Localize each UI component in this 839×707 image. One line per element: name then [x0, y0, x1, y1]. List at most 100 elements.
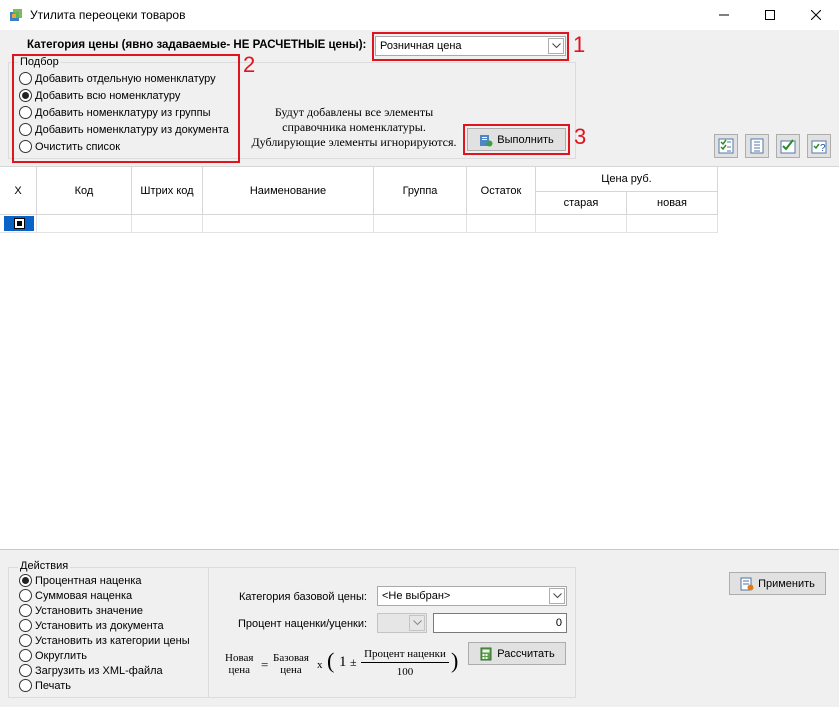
- check-all-button[interactable]: [714, 134, 738, 158]
- col-header-group[interactable]: Группа: [374, 167, 467, 215]
- execute-label: Выполнить: [497, 133, 554, 146]
- radio-circle: [19, 634, 32, 647]
- table-cell[interactable]: [627, 215, 718, 233]
- close-button[interactable]: [793, 0, 839, 30]
- radio-label: Загрузить из XML-файла: [35, 664, 163, 677]
- radio-add-single[interactable]: Добавить отдельную номенклатуру: [19, 70, 229, 87]
- execute-button[interactable]: Выполнить: [467, 128, 566, 151]
- base-price-label: Категория базовой цены:: [239, 591, 367, 603]
- radio-round[interactable]: Округлить: [19, 648, 190, 663]
- percent-input[interactable]: 0: [433, 613, 567, 633]
- help-check-button[interactable]: ?: [807, 134, 831, 158]
- radio-from-price-category[interactable]: Установить из категории цены: [19, 633, 190, 648]
- checkbox-icon: [13, 218, 25, 229]
- radio-circle: [19, 106, 32, 119]
- items-table[interactable]: X Код Штрих код Наименование Группа Оста…: [0, 166, 839, 549]
- radio-print[interactable]: Печать: [19, 678, 190, 693]
- radio-label: Установить из документа: [35, 619, 164, 632]
- formula-numerator: Процент наценки: [364, 648, 446, 660]
- check-icon: [780, 139, 796, 154]
- minimize-icon: [719, 14, 729, 16]
- panel-divider: [0, 549, 839, 550]
- uncheck-all-icon: [750, 138, 764, 154]
- info-line: справочника номенклатуры.: [282, 120, 426, 134]
- radio-circle: [19, 604, 32, 617]
- check-button[interactable]: [776, 134, 800, 158]
- radio-add-document[interactable]: Добавить номенклатуру из документа: [19, 121, 229, 138]
- radio-sum-markup[interactable]: Суммовая наценка: [19, 588, 190, 603]
- radio-circle: [19, 619, 32, 632]
- radio-add-all[interactable]: Добавить всю номенклатуру: [19, 87, 229, 104]
- formula-pm: ±: [350, 655, 357, 669]
- uncheck-all-button[interactable]: [745, 134, 769, 158]
- col-header-price[interactable]: Цена руб.: [536, 167, 718, 192]
- table-cell[interactable]: [467, 215, 536, 233]
- formula-x: x: [317, 659, 323, 671]
- radio-label: Суммовая наценка: [35, 589, 133, 602]
- col-header-name[interactable]: Наименование: [203, 167, 374, 215]
- radio-label: Добавить номенклатуру из группы: [35, 106, 211, 119]
- close-icon: [811, 10, 821, 20]
- table-cell[interactable]: [132, 215, 203, 233]
- radio-add-group[interactable]: Добавить номенклатуру из группы: [19, 104, 229, 121]
- radio-label: Округлить: [35, 649, 87, 662]
- maximize-button[interactable]: [747, 0, 793, 30]
- window-title: Утилита переоцеки товаров: [30, 8, 186, 22]
- info-line: Дублирующие элементы игнорируются.: [251, 135, 457, 149]
- table-cell[interactable]: [203, 215, 374, 233]
- formula-text: цена: [280, 664, 302, 676]
- price-category-value: Розничная цена: [380, 40, 462, 52]
- col-header-old[interactable]: старая: [536, 192, 627, 215]
- apply-button[interactable]: Применить: [729, 572, 826, 595]
- formula-eq: =: [261, 657, 269, 672]
- radio-circle: [19, 679, 32, 692]
- table-cell[interactable]: [37, 215, 132, 233]
- col-header-x[interactable]: X: [0, 167, 37, 215]
- formula-open: (: [327, 648, 335, 673]
- calculate-label: Рассчитать: [497, 647, 555, 660]
- radio-label: Добавить отдельную номенклатуру: [35, 72, 216, 85]
- radio-from-document[interactable]: Установить из документа: [19, 618, 190, 633]
- radio-circle: [19, 574, 32, 587]
- annotation-2: 2: [243, 52, 256, 77]
- actions-options: Процентная наценка Суммовая наценка Уста…: [19, 573, 190, 693]
- svg-text:?: ?: [820, 143, 826, 154]
- formula-text: Новая: [225, 652, 254, 664]
- radio-load-xml[interactable]: Загрузить из XML-файла: [19, 663, 190, 678]
- row-selector[interactable]: [4, 216, 34, 231]
- col-header-code[interactable]: Код: [37, 167, 132, 215]
- base-price-select[interactable]: <Не выбран>: [377, 586, 567, 606]
- formula-denominator: 100: [396, 666, 414, 678]
- row-check-cell[interactable]: [0, 215, 37, 233]
- minimize-button[interactable]: [701, 0, 747, 30]
- col-header-barcode[interactable]: Штрих код: [132, 167, 203, 215]
- col-header-new[interactable]: новая: [627, 192, 718, 215]
- radio-label: Установить из категории цены: [35, 634, 190, 647]
- col-header-stock[interactable]: Остаток: [467, 167, 536, 215]
- radio-set-value[interactable]: Установить значение: [19, 603, 190, 618]
- formula-text: цена: [228, 664, 250, 676]
- radio-percent-markup[interactable]: Процентная наценка: [19, 573, 190, 588]
- chevron-down-icon: [549, 588, 565, 604]
- actions-legend: Действия: [18, 560, 71, 572]
- table-cell[interactable]: [374, 215, 467, 233]
- radio-circle: [19, 649, 32, 662]
- percent-sign-select[interactable]: [377, 613, 427, 633]
- chevron-down-icon: [409, 615, 425, 631]
- calculate-button[interactable]: Рассчитать: [468, 642, 566, 665]
- base-price-value: <Не выбран>: [382, 590, 451, 602]
- annotation-3: 3: [574, 124, 587, 149]
- price-category-select[interactable]: Розничная цена: [375, 36, 566, 56]
- formula-close: ): [451, 648, 459, 673]
- radio-label: Печать: [35, 679, 72, 692]
- execute-icon: [480, 134, 493, 146]
- radio-label: Добавить номенклатуру из документа: [35, 123, 229, 136]
- radio-circle: [19, 664, 32, 677]
- formula-new-price: Новая цена: [225, 652, 253, 676]
- table-cell[interactable]: [536, 215, 627, 233]
- radio-label: Процентная наценка: [35, 574, 142, 587]
- radio-circle: [19, 72, 32, 85]
- radio-clear-list[interactable]: Очистить список: [19, 138, 229, 155]
- app-icon: [9, 8, 23, 22]
- formula-base-price: Базовая цена: [273, 652, 309, 676]
